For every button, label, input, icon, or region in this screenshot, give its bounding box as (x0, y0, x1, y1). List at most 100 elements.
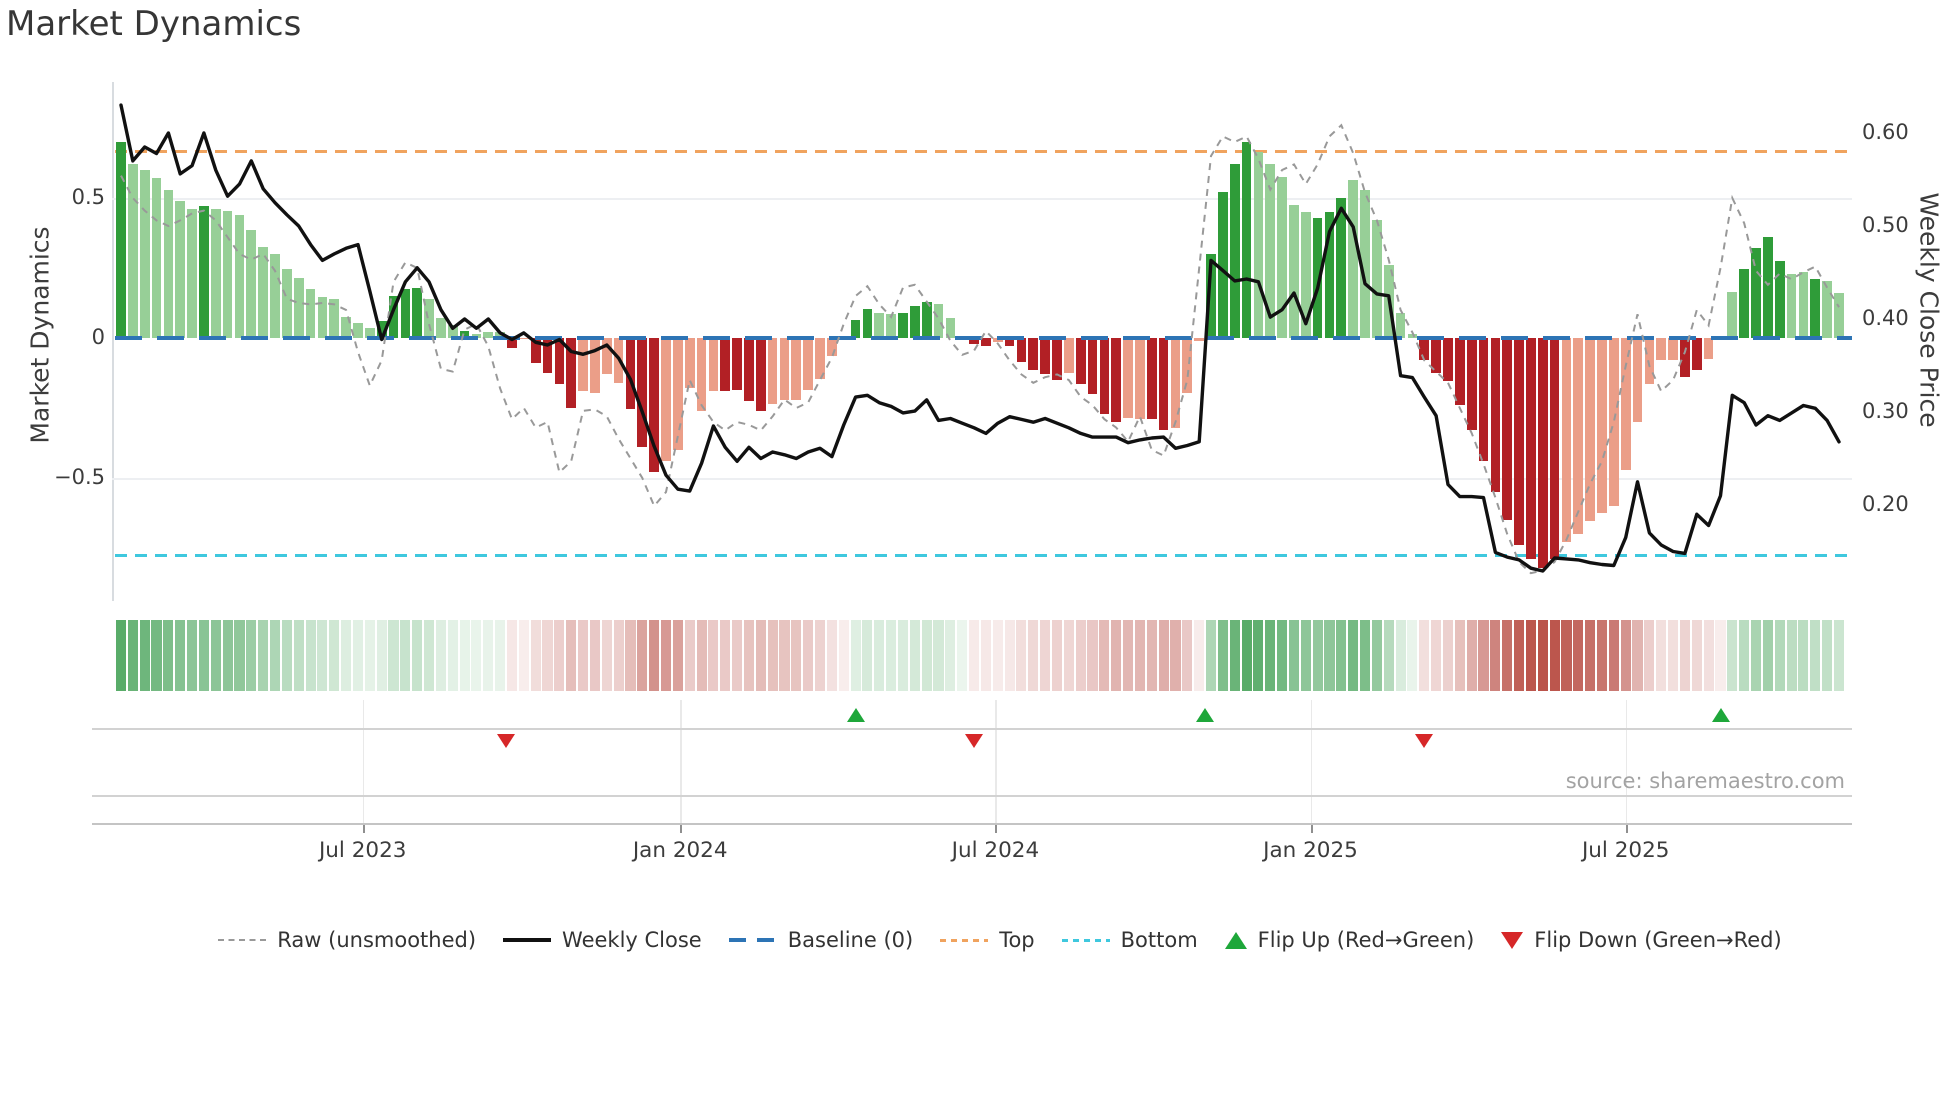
oscillator-bar (1016, 338, 1027, 362)
legend-item-bottom: Bottom (1061, 928, 1198, 952)
heatmap-cell (542, 620, 553, 691)
oscillator-bar (1229, 164, 1240, 338)
heatmap-cell (1075, 620, 1086, 691)
heatmap-cell (1810, 620, 1821, 691)
oscillator-bar (732, 338, 742, 390)
flip-down-marker (1415, 734, 1434, 748)
gridline (1625, 700, 1628, 823)
oscillator-bar (1431, 338, 1441, 373)
oscillator-bar (1656, 338, 1667, 361)
heatmap-cell (578, 620, 589, 691)
oscillator-bar (601, 338, 612, 375)
heatmap-cell (495, 620, 506, 691)
oscillator-bar (412, 287, 423, 338)
heatmap-cell (566, 620, 577, 691)
oscillator-bar (329, 298, 340, 338)
flip-down-marker (497, 734, 516, 748)
y-right-tick-label: 0.30 (1862, 399, 1909, 423)
oscillator-bar (1537, 338, 1548, 568)
heatmap-cell (1466, 620, 1477, 691)
heatmap-cell (732, 620, 743, 691)
oscillator-bar (234, 214, 245, 338)
x-tick-label: Jan 2025 (1263, 838, 1358, 863)
heatmap-cell (151, 620, 162, 691)
heatmap-cell (400, 620, 411, 691)
y-left-tick-label: 0 (91, 325, 105, 349)
x-tick-label: Jul 2024 (951, 838, 1040, 863)
oscillator-bar (673, 338, 683, 450)
heatmap-cell (980, 620, 991, 691)
heatmap-cell (1561, 620, 1572, 691)
heatmap-cell (364, 620, 375, 691)
oscillator-bar (1668, 338, 1678, 361)
oscillator-bar (684, 338, 695, 389)
gridline (995, 700, 997, 823)
heatmap-cell (767, 620, 778, 691)
heatmap-cell (376, 620, 387, 691)
oscillator-bar (1454, 338, 1465, 406)
legend-label: Bottom (1120, 928, 1198, 952)
heatmap-cell (459, 620, 470, 691)
page-title: Market Dynamics (6, 4, 302, 44)
oscillator-bar (1466, 338, 1477, 431)
oscillator-bar (1490, 338, 1501, 492)
y-right-tick-label: 0.20 (1862, 492, 1909, 516)
heatmap-cell (1300, 620, 1311, 691)
flip-up-marker (1711, 708, 1730, 722)
oscillator-bar (1087, 338, 1098, 394)
legend-item-flip-down: Flip Down (Green→Red) (1501, 928, 1782, 952)
heatmap-cell (1217, 620, 1228, 691)
oscillator-bar (1703, 338, 1714, 359)
heatmap-cell (1478, 620, 1489, 691)
heatmap-cell (1348, 620, 1359, 691)
oscillator-bar (1763, 237, 1773, 338)
oscillator-bar (909, 305, 920, 338)
heatmap-cell (1585, 620, 1596, 691)
heatmap-cell (447, 620, 458, 691)
heatmap-cell (198, 620, 209, 691)
heatmap-cell (1644, 620, 1655, 691)
heatmap-cell (1395, 620, 1406, 691)
flip-up-icon (1224, 931, 1247, 949)
flip-up-marker (846, 708, 865, 722)
oscillator-bar (744, 338, 754, 401)
top-line (115, 150, 1852, 154)
heatmap-cell (1525, 620, 1536, 691)
legend-label: Flip Down (Green→Red) (1534, 928, 1782, 952)
oscillator-bar (874, 312, 885, 338)
oscillator-bar (1253, 151, 1264, 338)
oscillator-bar (1786, 273, 1797, 338)
legend-label: Raw (unsmoothed) (277, 928, 477, 952)
oscillator-bar (1739, 269, 1750, 338)
heatmap-cell (779, 620, 790, 691)
oscillator-bar (1265, 164, 1276, 338)
oscillator-bar (1478, 338, 1489, 462)
oscillator-bar (1099, 338, 1110, 414)
heatmap-cell (1229, 620, 1240, 691)
heatmap-cell (1194, 620, 1205, 691)
oscillator-bar (1585, 338, 1596, 522)
heatmap-cell (115, 620, 127, 691)
heatmap-cell (1134, 620, 1145, 691)
oscillator-bar (530, 338, 541, 364)
heatmap-cell (1312, 620, 1323, 691)
heatmap-cell (518, 620, 529, 691)
oscillator-bar (542, 338, 553, 373)
heatmap-cell (1514, 620, 1525, 691)
oscillator-bar (1810, 279, 1821, 338)
oscillator-bar (1680, 338, 1690, 378)
heatmap-cell (637, 620, 648, 691)
heatmap-cell (1833, 620, 1845, 691)
oscillator-bar (1502, 338, 1513, 520)
oscillator-bar (1336, 198, 1347, 338)
heatmap-cell (1632, 620, 1643, 691)
oscillator-bar (293, 277, 304, 338)
divider (92, 795, 1852, 797)
oscillator-bar (1691, 338, 1702, 371)
oscillator-bar (696, 338, 707, 411)
heatmap-cell (1774, 620, 1785, 691)
heatmap-cell (1537, 620, 1548, 691)
oscillator-bar (1549, 338, 1560, 560)
oscillator-bar (1798, 272, 1809, 338)
oscillator-bar (1206, 254, 1216, 338)
